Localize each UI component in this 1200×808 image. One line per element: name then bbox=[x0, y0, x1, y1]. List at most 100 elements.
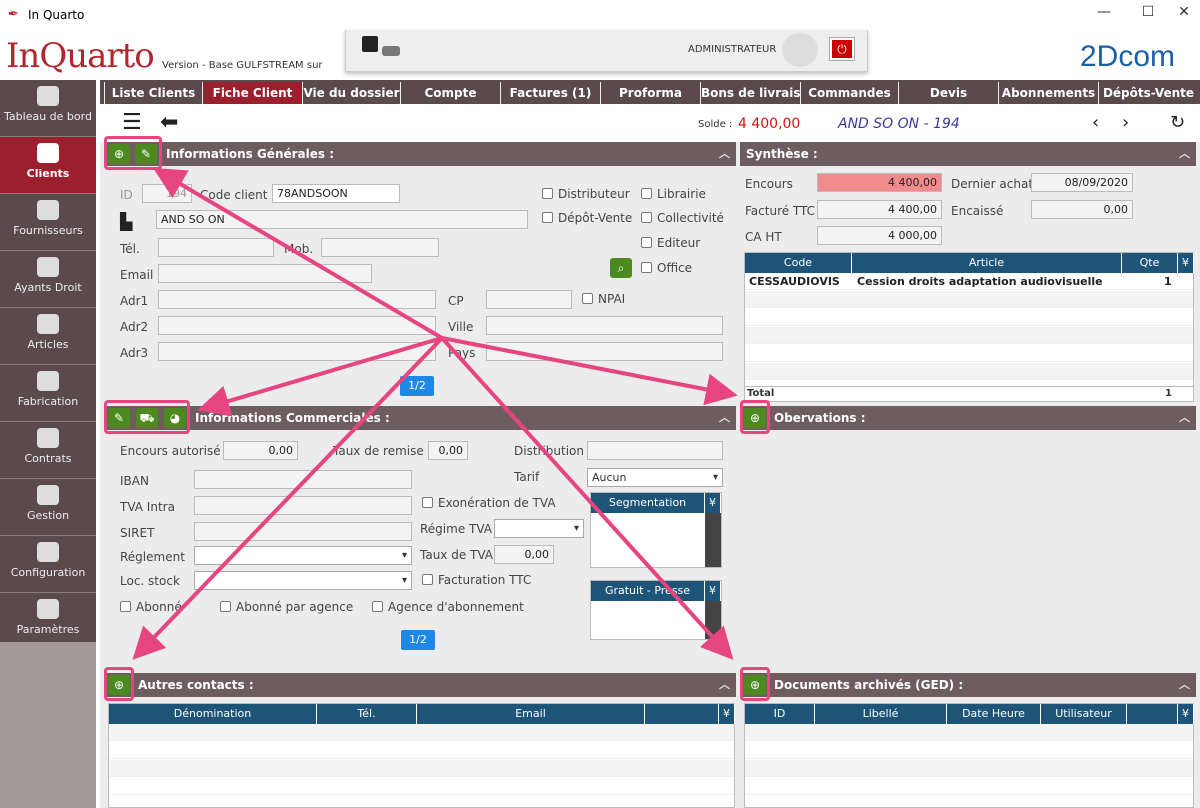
collapse-icon[interactable]: ︿ bbox=[719, 673, 730, 697]
facturation-ttc-checkbox[interactable]: Facturation TTC bbox=[422, 573, 531, 587]
email-field[interactable] bbox=[158, 264, 372, 283]
collapse-icon[interactable]: ︿ bbox=[1179, 673, 1190, 697]
code-client-field[interactable]: 78ANDSOON bbox=[272, 184, 400, 203]
taux-tva-field[interactable]: 0,00 bbox=[494, 545, 554, 564]
collapse-icon[interactable]: ︿ bbox=[1179, 142, 1190, 166]
sidebar-item-contrats[interactable]: Contrats bbox=[0, 422, 96, 479]
segmentation-header[interactable]: Segmentation bbox=[591, 493, 705, 513]
back-arrow-icon[interactable]: ⬅ bbox=[160, 110, 178, 135]
add-icon[interactable]: ⊕ bbox=[108, 144, 130, 164]
column-header[interactable]: Date Heure bbox=[947, 704, 1041, 724]
tab-abonnements[interactable]: Abonnements bbox=[998, 82, 1098, 104]
abonne-checkbox[interactable]: Abonné bbox=[120, 600, 182, 614]
column-header[interactable] bbox=[645, 704, 719, 724]
taux-remise-field[interactable]: 0,00 bbox=[428, 441, 468, 460]
avatar[interactable] bbox=[782, 33, 818, 67]
agence-abonnement-checkbox[interactable]: Agence d'abonnement bbox=[372, 600, 524, 614]
cp-field[interactable] bbox=[486, 290, 572, 309]
sidebar-item-configuration[interactable]: Configuration bbox=[0, 536, 96, 593]
tarif-select[interactable]: Aucun bbox=[587, 468, 723, 487]
chat-icon[interactable] bbox=[382, 46, 400, 56]
pie-chart-icon[interactable]: ◕ bbox=[164, 408, 186, 428]
adr3-field[interactable] bbox=[158, 342, 436, 361]
column-header[interactable]: Code bbox=[745, 253, 852, 273]
column-menu-icon[interactable]: ¥ bbox=[705, 493, 721, 513]
column-menu-icon[interactable]: ¥ bbox=[1178, 253, 1194, 273]
search-icon[interactable]: ⌕ bbox=[610, 258, 632, 278]
truck-icon[interactable]: ⛟ bbox=[136, 408, 158, 428]
previous-icon[interactable]: ‹ bbox=[1092, 112, 1099, 133]
collapse-icon[interactable]: ︿ bbox=[1179, 406, 1190, 430]
menu-icon[interactable]: ☰ bbox=[122, 112, 142, 134]
sidebar-item-fabrication[interactable]: Fabrication bbox=[0, 365, 96, 422]
scrollbar[interactable] bbox=[705, 513, 721, 567]
general-pager[interactable]: 1/2 bbox=[400, 376, 434, 396]
commercial-pager[interactable]: 1/2 bbox=[401, 630, 435, 650]
gratuit-header[interactable]: Gratuit - Presse bbox=[591, 581, 705, 601]
column-header[interactable] bbox=[1127, 704, 1178, 724]
tab-factures[interactable]: Factures (1) bbox=[500, 82, 600, 104]
edit-icon[interactable]: ✎ bbox=[135, 144, 157, 164]
tab-fiche-client[interactable]: Fiche Client bbox=[202, 82, 302, 104]
tab-proforma[interactable]: Proforma bbox=[600, 82, 700, 104]
add-icon[interactable]: ⊕ bbox=[744, 675, 766, 695]
encours-autorise-field[interactable]: 0,00 bbox=[223, 441, 298, 460]
reglement-select[interactable] bbox=[194, 546, 412, 565]
abonne-agence-checkbox[interactable]: Abonné par agence bbox=[220, 600, 353, 614]
iban-field[interactable] bbox=[194, 470, 412, 489]
company-name-field[interactable]: AND SO ON bbox=[156, 210, 528, 229]
collapse-icon[interactable]: ︿ bbox=[719, 142, 730, 166]
maximize-button[interactable]: ☐ bbox=[1136, 4, 1160, 26]
add-icon[interactable]: ⊕ bbox=[744, 408, 766, 428]
column-header[interactable]: Utilisateur bbox=[1041, 704, 1127, 724]
edit-icon[interactable]: ✎ bbox=[108, 408, 130, 428]
distributeur-checkbox[interactable]: Distributeur bbox=[542, 187, 630, 201]
close-button[interactable]: ✕ bbox=[1172, 4, 1196, 26]
ville-field[interactable] bbox=[486, 316, 723, 335]
tab-compte[interactable]: Compte bbox=[400, 82, 500, 104]
siret-field[interactable] bbox=[194, 522, 412, 541]
mob-field[interactable] bbox=[321, 238, 439, 257]
sidebar-item-fournisseurs[interactable]: Fournisseurs bbox=[0, 194, 96, 251]
librairie-checkbox[interactable]: Librairie bbox=[641, 187, 706, 201]
editeur-checkbox[interactable]: Editeur bbox=[641, 236, 700, 250]
column-header[interactable]: Libellé bbox=[815, 704, 947, 724]
column-header[interactable]: Tél. bbox=[317, 704, 417, 724]
column-header[interactable]: Qte bbox=[1122, 253, 1178, 273]
scrollbar[interactable] bbox=[705, 601, 721, 639]
monitor-icon[interactable] bbox=[362, 36, 378, 52]
tel-field[interactable] bbox=[158, 238, 274, 257]
tab-depots-vente[interactable]: Dépôts-Vente bbox=[1098, 82, 1198, 104]
sidebar-item-dashboard[interactable]: Tableau de bord bbox=[0, 80, 96, 137]
column-header[interactable]: Dénomination bbox=[109, 704, 317, 724]
gratuit-list[interactable]: Gratuit - Presse ¥ bbox=[590, 580, 722, 640]
add-icon[interactable]: ⊕ bbox=[108, 675, 130, 695]
sidebar-item-ayants-droit[interactable]: Ayants Droit bbox=[0, 251, 96, 308]
column-menu-icon[interactable]: ¥ bbox=[1178, 704, 1194, 724]
table-row[interactable]: CESSAUDIOVIS Cession droits adaptation a… bbox=[745, 273, 1193, 290]
office-checkbox[interactable]: Office bbox=[641, 261, 692, 275]
tab-liste-clients[interactable]: Liste Clients bbox=[104, 82, 202, 104]
column-menu-icon[interactable]: ¥ bbox=[719, 704, 735, 724]
exoneration-tva-checkbox[interactable]: Exonération de TVA bbox=[422, 496, 556, 510]
column-header[interactable]: Email bbox=[417, 704, 645, 724]
tab-bons-de-livraison[interactable]: Bons de livraison bbox=[700, 82, 800, 104]
distribution-field[interactable] bbox=[587, 441, 723, 460]
tab-vie-du-dossier[interactable]: Vie du dossier bbox=[302, 82, 400, 104]
loc-stock-select[interactable] bbox=[194, 571, 412, 590]
column-header[interactable]: ID bbox=[745, 704, 815, 724]
collectivite-checkbox[interactable]: Collectivité bbox=[641, 211, 724, 225]
npai-checkbox[interactable]: NPAI bbox=[582, 292, 625, 306]
segmentation-list[interactable]: Segmentation ¥ bbox=[590, 492, 722, 568]
refresh-icon[interactable]: ↻ bbox=[1170, 112, 1185, 133]
pays-field[interactable] bbox=[486, 342, 723, 361]
tab-devis[interactable]: Devis bbox=[898, 82, 998, 104]
column-header[interactable]: Article bbox=[852, 253, 1122, 273]
tab-commandes[interactable]: Commandes bbox=[800, 82, 898, 104]
sidebar-item-articles[interactable]: Articles bbox=[0, 308, 96, 365]
adr1-field[interactable] bbox=[158, 290, 436, 309]
sidebar-item-gestion[interactable]: Gestion bbox=[0, 479, 96, 536]
regime-tva-select[interactable] bbox=[494, 519, 584, 538]
adr2-field[interactable] bbox=[158, 316, 436, 335]
collapse-icon[interactable]: ︿ bbox=[719, 406, 730, 430]
